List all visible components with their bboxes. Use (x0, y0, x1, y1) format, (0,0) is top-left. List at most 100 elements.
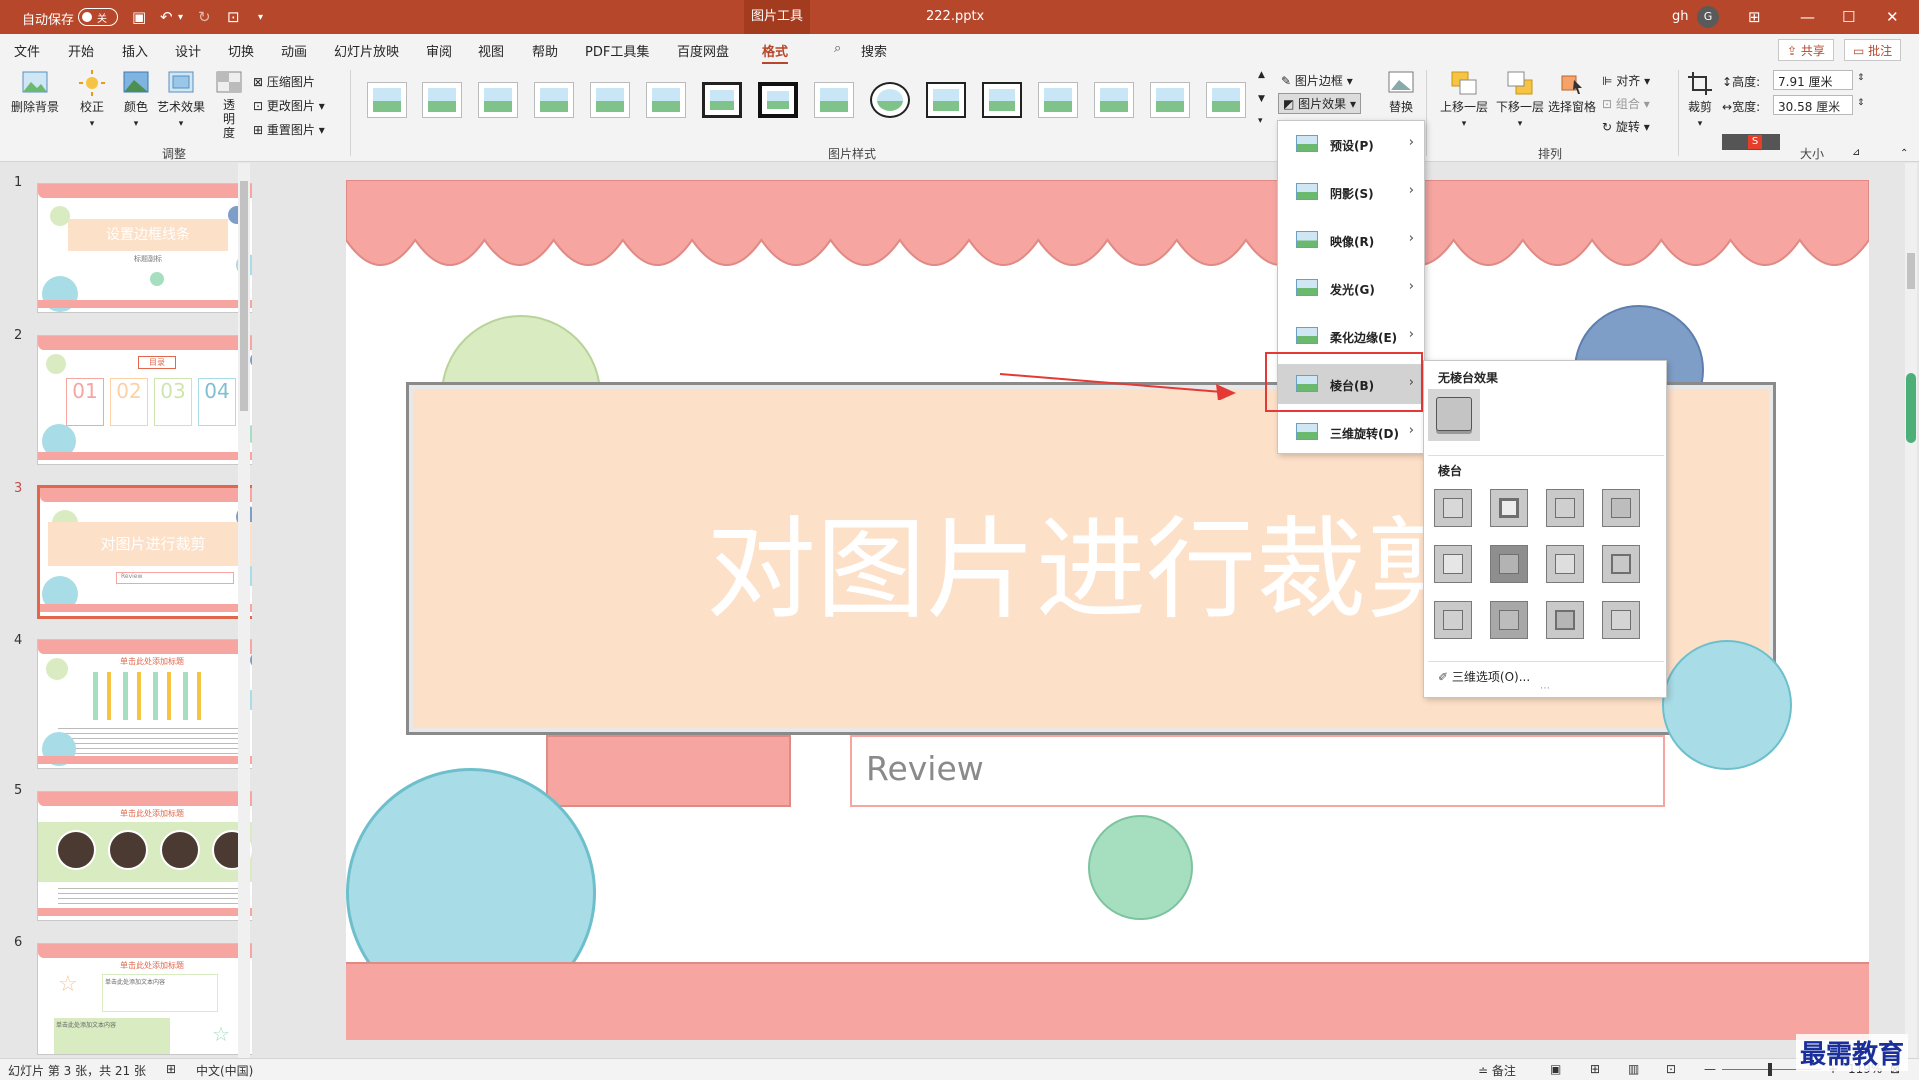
tab-format[interactable]: 格式 (762, 41, 789, 65)
3d-options-item[interactable]: ✐ 三维选项(O)... (1438, 668, 1530, 685)
notes-button[interactable]: ≐ 备注 (1478, 1062, 1516, 1079)
bevel-option-8[interactable] (1602, 545, 1640, 583)
bevel-option-2[interactable] (1490, 489, 1528, 527)
picture-style-14[interactable] (1094, 82, 1134, 118)
height-spinner-icon[interactable]: ⇕ (1857, 73, 1865, 83)
undo-icon[interactable]: ↶ (160, 8, 173, 26)
share-button[interactable]: ⇪ 共享 (1778, 39, 1834, 61)
transparency-button[interactable]: 透明度 (212, 70, 246, 140)
slide-thumbnail-3[interactable]: 对图片进行裁剪 Review (37, 485, 271, 619)
tab-transitions[interactable]: 切换 (228, 41, 254, 60)
bevel-option-1[interactable] (1434, 489, 1472, 527)
reading-view-icon[interactable]: ▥ (1628, 1062, 1639, 1076)
effects-shadow-item[interactable]: 阴影(S) › (1278, 172, 1424, 212)
picture-style-9[interactable] (814, 82, 854, 118)
slide-thumbnail-1[interactable]: 设置边框线条 标题副标 (37, 183, 271, 313)
corrections-button[interactable]: 校正 ▾ (72, 70, 112, 129)
ime-toolbar[interactable]: S (1722, 134, 1780, 150)
rotate-button[interactable]: ↻ 旋转 ▾ (1602, 118, 1650, 135)
picture-style-10[interactable] (870, 82, 910, 118)
slide-thumbnail-4[interactable]: 单击此处添加标题 (37, 639, 271, 769)
change-picture-button[interactable]: ⊡ 更改图片 ▾ (253, 97, 325, 114)
tab-slideshow[interactable]: 幻灯片放映 (334, 41, 399, 60)
width-spinner-icon[interactable]: ⇕ (1857, 98, 1865, 108)
thumbnail-scrollbar[interactable] (238, 163, 250, 1058)
editor-vertical-scrollbar[interactable] (1905, 163, 1917, 1058)
picture-style-4[interactable] (534, 82, 574, 118)
search-icon[interactable]: ⌕ (834, 41, 841, 56)
gallery-more-icon[interactable]: ▾ (1258, 116, 1263, 126)
picture-style-7[interactable] (702, 82, 742, 118)
picture-style-11[interactable] (926, 82, 966, 118)
thumbnail-scroll-thumb[interactable] (240, 181, 248, 411)
effects-3d-rotation-item[interactable]: 三维旋转(D) › (1278, 412, 1424, 452)
spellcheck-icon[interactable]: ⊞ (166, 1062, 176, 1076)
picture-style-15[interactable] (1150, 82, 1190, 118)
height-input[interactable]: 7.91 厘米 (1773, 70, 1853, 90)
picture-style-6[interactable] (646, 82, 686, 118)
bevel-option-5[interactable] (1434, 545, 1472, 583)
remove-background-button[interactable]: 删除背景 (8, 70, 62, 115)
picture-style-8[interactable] (758, 82, 798, 118)
tab-review[interactable]: 审阅 (426, 41, 452, 60)
picture-style-2[interactable] (422, 82, 462, 118)
collapse-ribbon-icon[interactable]: ⌃ (1900, 148, 1908, 159)
artistic-effects-button[interactable]: 艺术效果 ▾ (156, 70, 206, 129)
bevel-option-9[interactable] (1434, 601, 1472, 639)
tab-view[interactable]: 视图 (478, 41, 504, 60)
comment-button[interactable]: ▭ 批注 (1844, 39, 1902, 61)
picture-style-1[interactable] (367, 82, 407, 118)
compress-pictures-button[interactable]: ⊠ 压缩图片 (253, 73, 315, 90)
tab-baidu-netdisk[interactable]: 百度网盘 (677, 41, 729, 60)
tab-pdf-tools[interactable]: PDF工具集 (585, 41, 649, 60)
zoom-slider-thumb[interactable] (1768, 1063, 1772, 1076)
maximize-icon[interactable]: ☐ (1842, 8, 1855, 26)
send-backward-button[interactable]: 下移一层 ▾ (1494, 70, 1546, 129)
slideshow-view-icon[interactable]: ⊡ (1666, 1062, 1676, 1076)
save-icon[interactable]: ▣ (132, 8, 146, 26)
bevel-option-12[interactable] (1602, 601, 1640, 639)
picture-style-16[interactable] (1206, 82, 1246, 118)
zoom-out-icon[interactable]: — (1704, 1062, 1716, 1076)
picture-style-12[interactable] (982, 82, 1022, 118)
bevel-option-11[interactable] (1546, 601, 1584, 639)
reset-picture-button[interactable]: ⊞ 重置图片 ▾ (253, 121, 325, 138)
gallery-scroll-down-icon[interactable]: ▼ (1258, 94, 1265, 104)
slide-sorter-icon[interactable]: ⊞ (1590, 1062, 1600, 1076)
width-input[interactable]: 30.58 厘米 (1773, 95, 1853, 115)
size-dialog-launcher-icon[interactable]: ⊿ (1852, 147, 1860, 158)
search-box[interactable]: 搜索 (861, 41, 887, 60)
language-indicator[interactable]: 中文(中国) (196, 1062, 253, 1079)
minimize-icon[interactable]: — (1800, 8, 1815, 26)
effects-soft-edges-item[interactable]: 柔化边缘(E) › (1278, 316, 1424, 356)
effects-reflection-item[interactable]: 映像(R) › (1278, 220, 1424, 260)
crop-button[interactable]: 裁剪 ▾ (1682, 70, 1718, 129)
bevel-option-10[interactable] (1490, 601, 1528, 639)
picture-style-13[interactable] (1038, 82, 1078, 118)
slide-thumbnail-5[interactable]: 单击此处添加标题 (37, 791, 271, 921)
no-bevel-option[interactable] (1428, 389, 1480, 441)
bevel-option-4[interactable] (1602, 489, 1640, 527)
normal-view-icon[interactable]: ▣ (1550, 1062, 1561, 1076)
group-button[interactable]: ⊡ 组合 ▾ (1602, 95, 1650, 112)
bevel-option-6[interactable] (1490, 545, 1528, 583)
editor-scroll-thumb[interactable] (1907, 253, 1915, 289)
ime-side-handle[interactable] (1906, 373, 1916, 443)
tab-file[interactable]: 文件 (14, 41, 40, 60)
tab-design[interactable]: 设计 (175, 41, 201, 60)
slide-thumbnail-2[interactable]: 目录 01 02 03 04 (37, 335, 271, 465)
picture-style-5[interactable] (590, 82, 630, 118)
tab-help[interactable]: 帮助 (532, 41, 558, 60)
picture-effects-button[interactable]: ◩ 图片效果 ▾ (1278, 93, 1362, 114)
align-button[interactable]: ⊫ 对齐 ▾ (1602, 72, 1650, 89)
bevel-option-3[interactable] (1546, 489, 1584, 527)
present-icon[interactable]: ⊡ (227, 8, 240, 26)
resize-grip-icon[interactable]: ⋯ (1540, 683, 1550, 694)
tab-home[interactable]: 开始 (68, 41, 94, 60)
sogou-ime-icon[interactable]: S (1748, 135, 1762, 149)
customize-qat-icon[interactable]: ▾ (258, 12, 263, 23)
autosave-toggle[interactable]: 关 (78, 8, 118, 26)
effects-preset-item[interactable]: 预设(P) › (1278, 124, 1424, 164)
undo-dropdown-icon[interactable]: ▾ (178, 12, 183, 23)
avatar[interactable]: G (1697, 6, 1719, 28)
